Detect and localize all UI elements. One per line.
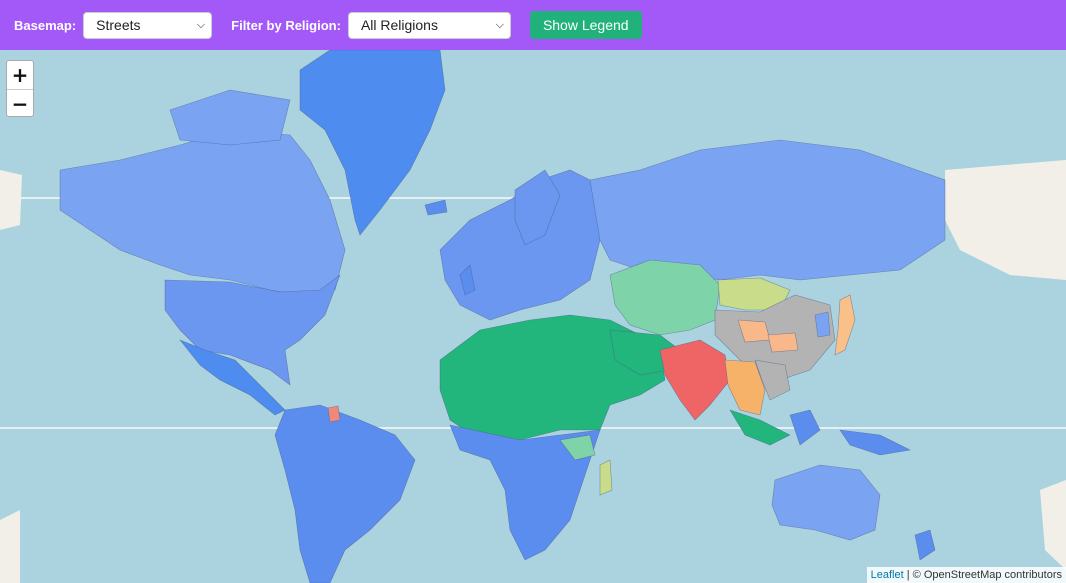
show-legend-button[interactable]: Show Legend [529, 11, 642, 39]
chevron-down-icon: ⌵ [495, 18, 504, 31]
map-attribution: Leaflet | © OpenStreetMap contributors [866, 567, 1066, 583]
zoom-in-button[interactable]: + [7, 61, 33, 90]
world-map[interactable]: Leaflet | © OpenStreetMap contributors [0, 50, 1066, 583]
country-korea [814, 311, 831, 338]
basemap-label: Basemap: [14, 17, 77, 33]
land-edge-west [0, 510, 20, 583]
attribution-separator: | [906, 569, 910, 581]
map-canvas [0, 50, 1066, 583]
control-bar: Basemap: Streets ⌵ Filter by Religion: A… [0, 0, 1066, 50]
zoom-control: + − [6, 60, 34, 117]
region-china-south [767, 332, 799, 353]
religion-filter-label: Filter by Religion: [231, 17, 341, 33]
leaflet-link[interactable]: Leaflet [871, 569, 904, 581]
basemap-select[interactable]: Streets ⌵ [83, 11, 213, 39]
religion-filter-select[interactable]: All Religions ⌵ [347, 11, 511, 39]
country-guyana [327, 405, 341, 423]
zoom-out-button[interactable]: − [7, 90, 33, 118]
basemap-select-value: Streets [96, 17, 141, 33]
country-madagascar [599, 459, 613, 496]
land-russia-east-west-edge [0, 170, 22, 230]
religion-filter-value: All Religions [360, 17, 438, 33]
attribution-text: © OpenStreetMap contributors [912, 569, 1062, 581]
chevron-down-icon: ⌵ [196, 18, 206, 31]
